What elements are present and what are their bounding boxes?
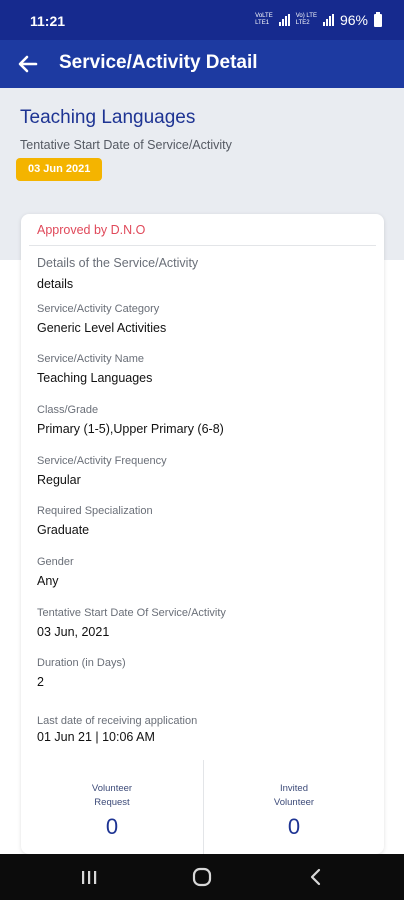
field-label: Class/Grade — [37, 404, 99, 416]
page-title: Service/Activity Detail — [59, 52, 258, 73]
field-label: Service/Activity Name — [37, 353, 144, 365]
service-detail-card: Approved by D.N.O Details of the Service… — [21, 214, 384, 854]
approval-status: Approved by D.N.O — [37, 223, 146, 237]
divider — [29, 245, 376, 246]
status-bar: 11:21 VoLTE LTE1 Vo) LTE LTE2 96% — [0, 0, 404, 40]
recents-icon[interactable] — [77, 866, 101, 888]
volunteer-stats: Volunteer Request 0 Invited Volunteer 0 — [21, 760, 384, 854]
field-label: Last date of receiving application — [37, 715, 198, 727]
sim1-network-icon: VoLTE LTE1 — [255, 13, 273, 26]
field-label: Gender — [37, 556, 74, 568]
volunteer-request-stat[interactable]: Volunteer Request 0 — [21, 782, 203, 840]
field-duration: Duration (in Days) 2 — [37, 657, 372, 689]
start-date-badge: 03 Jun 2021 — [16, 158, 103, 181]
stat-value: 0 — [287, 814, 301, 839]
battery-percent: 96% — [339, 12, 368, 28]
field-value: Teaching Languages — [37, 371, 153, 385]
battery-icon — [374, 11, 382, 27]
stat-label: Invited Volunteer — [273, 783, 315, 808]
field-value: 03 Jun, 2021 — [37, 625, 110, 639]
stat-value: 0 — [105, 814, 119, 839]
field-value: Primary (1-5),Upper Primary (6-8) — [37, 422, 224, 436]
field-details: Details of the Service/Activity details — [37, 256, 372, 291]
field-frequency: Service/Activity Frequency Regular — [37, 455, 372, 487]
status-time: 11:21 — [30, 13, 66, 29]
field-category: Service/Activity Category Generic Level … — [37, 303, 372, 335]
field-label: Duration (in Days) — [37, 657, 126, 669]
field-name: Service/Activity Name Teaching Languages — [37, 353, 372, 385]
field-gender: Gender Any — [37, 556, 372, 588]
back-chevron-icon[interactable] — [304, 866, 328, 888]
signal-1-icon — [278, 14, 290, 26]
field-label: Service/Activity Category — [37, 303, 160, 315]
sim2-network-icon: Vo) LTE LTE2 — [295, 13, 317, 26]
field-label: Required Specialization — [37, 505, 153, 517]
app-bar: Service/Activity Detail — [0, 40, 404, 88]
field-value: Regular — [37, 473, 81, 487]
field-label: Service/Activity Frequency — [37, 455, 167, 467]
status-icons: VoLTE LTE1 Vo) LTE LTE2 96% — [255, 11, 382, 28]
start-date-caption: Tentative Start Date of Service/Activity — [20, 138, 232, 152]
field-specialization: Required Specialization Graduate — [37, 505, 372, 537]
field-label: Tentative Start Date Of Service/Activity — [37, 607, 226, 619]
invited-volunteer-stat[interactable]: Invited Volunteer 0 — [203, 782, 384, 840]
arrow-left-icon[interactable] — [14, 50, 42, 78]
field-start-date: Tentative Start Date Of Service/Activity… — [37, 607, 372, 639]
field-value: details — [37, 277, 74, 291]
signal-2-icon — [322, 14, 334, 26]
field-class-grade: Class/Grade Primary (1-5),Upper Primary … — [37, 404, 372, 436]
field-label: Details of the Service/Activity — [37, 256, 199, 270]
field-value: Graduate — [37, 523, 90, 537]
field-value: 2 — [37, 675, 44, 689]
field-value: Any — [37, 574, 59, 588]
field-value: 01 Jun 21 | 10:06 AM — [37, 730, 155, 744]
field-value: Generic Level Activities — [37, 321, 167, 335]
home-icon[interactable] — [190, 866, 214, 888]
stat-label: Volunteer Request — [91, 783, 133, 808]
field-last-date: Last date of receiving application 01 Ju… — [37, 715, 372, 744]
service-title: Teaching Languages — [20, 107, 196, 128]
system-nav-bar — [0, 854, 404, 900]
